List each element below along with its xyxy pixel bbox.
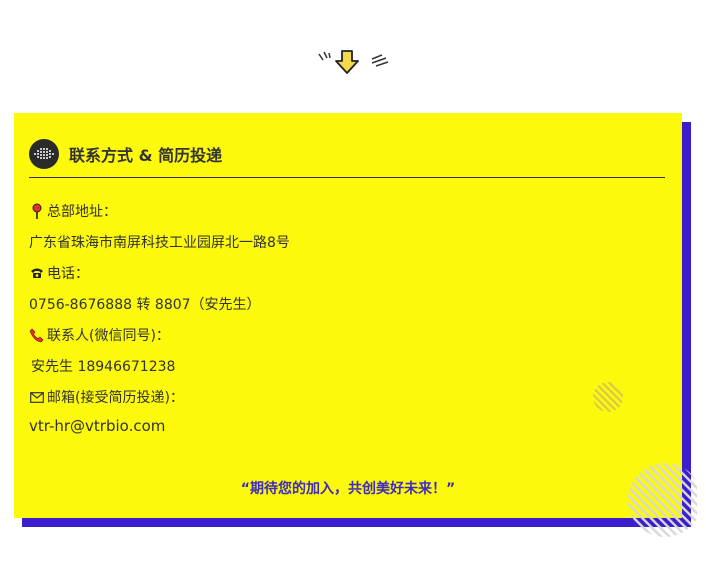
down-arrow-icon: [318, 50, 389, 74]
email-label-row: 邮箱(接受简历投递)：: [29, 387, 184, 407]
slogan: “期待您的加入，共创美好未来！”: [240, 481, 456, 497]
contact-card: 联系方式 & 简历投递 总部地址： 广东省珠海市南屏科技工业园屏北一路8号 电话…: [14, 113, 682, 518]
map-pin-icon: [29, 203, 44, 219]
phone-value: 0756-8676888 转 8807（安先生）: [29, 297, 261, 313]
striped-circle-decoration: [628, 463, 697, 537]
logo-icon: [29, 139, 59, 169]
contact-label: 联系人(微信同号)：: [47, 328, 170, 344]
contact-value: 安先生 18946671238: [31, 359, 176, 375]
contact-label-row: 联系人(微信同号)：: [29, 325, 170, 345]
phone-handset-icon: [29, 327, 44, 343]
telephone-icon: [29, 265, 44, 281]
phone-label-row: 电话：: [29, 263, 89, 283]
address-label-row: 总部地址：: [29, 201, 117, 221]
address-label: 总部地址：: [47, 204, 117, 220]
phone-label: 电话：: [47, 266, 89, 282]
email-value[interactable]: vtr-hr@vtrbio.com: [29, 417, 165, 435]
card-title: 联系方式 & 简历投递: [69, 146, 223, 165]
header-divider: [29, 177, 665, 178]
envelope-icon: [29, 389, 44, 405]
card-header: 联系方式 & 简历投递: [29, 139, 222, 169]
down-arrow-decoration: [316, 48, 392, 78]
striped-circle-decoration: [593, 382, 623, 412]
address-value: 广东省珠海市南屏科技工业园屏北一路8号: [29, 235, 290, 251]
email-label: 邮箱(接受简历投递)：: [47, 390, 184, 406]
